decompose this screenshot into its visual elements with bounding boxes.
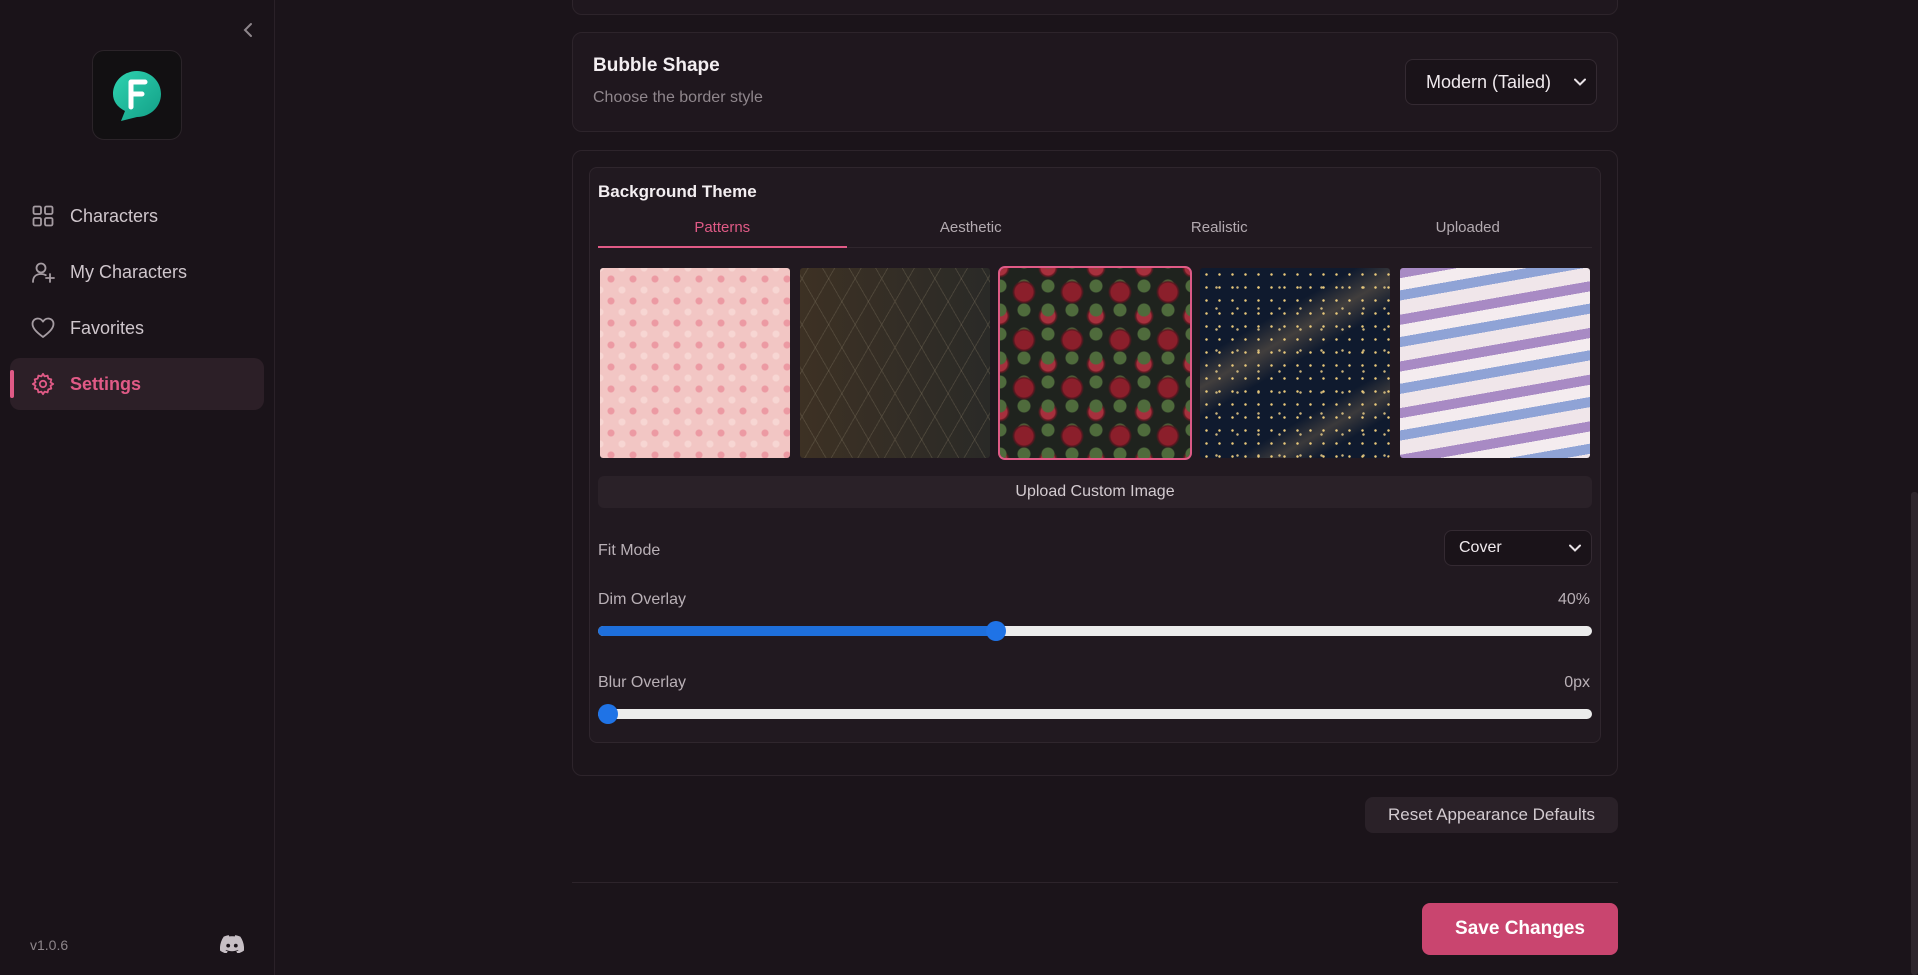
blur-overlay-value: 0px bbox=[1564, 674, 1590, 691]
dim-overlay-fill bbox=[598, 626, 996, 636]
sidebar-item-favorites[interactable]: Favorites bbox=[10, 302, 264, 354]
sidebar-item-label: My Characters bbox=[70, 261, 188, 282]
tab-aesthetic[interactable]: Aesthetic bbox=[847, 208, 1096, 247]
sidebar-nav: Characters My Characters Favorites Setti… bbox=[10, 190, 264, 414]
app-root: Characters My Characters Favorites Setti… bbox=[0, 0, 1918, 975]
user-plus-icon bbox=[30, 259, 56, 285]
chevron-left-icon bbox=[243, 23, 252, 37]
sidebar-item-characters[interactable]: Characters bbox=[10, 190, 264, 242]
tab-uploaded[interactable]: Uploaded bbox=[1344, 208, 1593, 247]
background-theme-card: Background Theme Patterns Aesthetic Real… bbox=[589, 167, 1601, 743]
sidebar-item-settings[interactable]: Settings bbox=[10, 358, 264, 410]
grid-icon bbox=[30, 203, 56, 229]
chevron-down-icon bbox=[1569, 544, 1581, 552]
heart-icon bbox=[30, 315, 56, 341]
app-version: v1.0.6 bbox=[30, 937, 69, 953]
page-scrollbar[interactable] bbox=[1911, 492, 1918, 975]
bubble-shape-select[interactable]: Modern (Tailed) bbox=[1405, 59, 1597, 105]
bubble-shape-subtitle: Choose the border style bbox=[593, 89, 763, 106]
logo-icon bbox=[113, 71, 161, 121]
tab-patterns[interactable]: Patterns bbox=[598, 208, 847, 248]
sidebar: Characters My Characters Favorites Setti… bbox=[0, 0, 275, 975]
sidebar-item-label: Characters bbox=[70, 205, 159, 226]
sidebar-item-my-characters[interactable]: My Characters bbox=[10, 246, 264, 298]
fit-mode-value: Cover bbox=[1459, 539, 1502, 556]
dim-overlay-handle[interactable] bbox=[985, 621, 1006, 641]
pattern-thumbnails bbox=[600, 266, 1590, 460]
starry-night-pattern-thumbnail[interactable] bbox=[1200, 268, 1390, 458]
tab-realistic[interactable]: Realistic bbox=[1095, 208, 1344, 247]
fit-mode-select[interactable]: Cover bbox=[1444, 530, 1592, 566]
fit-mode-label: Fit Mode bbox=[598, 542, 661, 559]
background-theme-tabs: Patterns Aesthetic Realistic Uploaded bbox=[598, 208, 1592, 248]
background-theme-title: Background Theme bbox=[598, 182, 757, 201]
dim-overlay-slider[interactable] bbox=[598, 621, 1592, 641]
sidebar-item-label: Favorites bbox=[70, 317, 145, 338]
pink-hearts-pattern-thumbnail[interactable] bbox=[600, 268, 790, 458]
blur-overlay-slider[interactable] bbox=[598, 704, 1592, 724]
blur-overlay-handle[interactable] bbox=[598, 704, 618, 724]
collapse-sidebar-button[interactable] bbox=[238, 18, 258, 42]
dark-geometric-pattern-thumbnail[interactable] bbox=[800, 268, 990, 458]
blur-overlay-label: Blur Overlay bbox=[598, 674, 687, 691]
bubble-shape-title: Bubble Shape bbox=[593, 55, 720, 76]
discord-button[interactable] bbox=[219, 935, 246, 957]
bubble-shape-card: Bubble Shape Choose the border style Mod… bbox=[572, 32, 1618, 132]
chevron-down-icon bbox=[1574, 78, 1586, 86]
save-changes-button[interactable]: Save Changes bbox=[1422, 903, 1618, 955]
background-theme-section: Background Theme Patterns Aesthetic Real… bbox=[572, 150, 1618, 776]
pastel-waves-pattern-thumbnail[interactable] bbox=[1400, 268, 1590, 458]
gear-icon bbox=[30, 371, 56, 397]
reset-appearance-defaults-button[interactable]: Reset Appearance Defaults bbox=[1365, 797, 1618, 833]
footer-divider bbox=[572, 882, 1618, 883]
app-logo bbox=[92, 50, 182, 140]
discord-icon bbox=[219, 935, 245, 954]
previous-settings-card bbox=[572, 0, 1618, 15]
bubble-shape-value: Modern (Tailed) bbox=[1426, 71, 1552, 92]
dark-roses-pattern-thumbnail[interactable] bbox=[998, 266, 1192, 460]
sidebar-item-label: Settings bbox=[70, 373, 142, 394]
upload-custom-image-button[interactable]: Upload Custom Image bbox=[598, 476, 1592, 508]
dim-overlay-value: 40% bbox=[1557, 591, 1590, 608]
dim-overlay-label: Dim Overlay bbox=[598, 591, 687, 608]
